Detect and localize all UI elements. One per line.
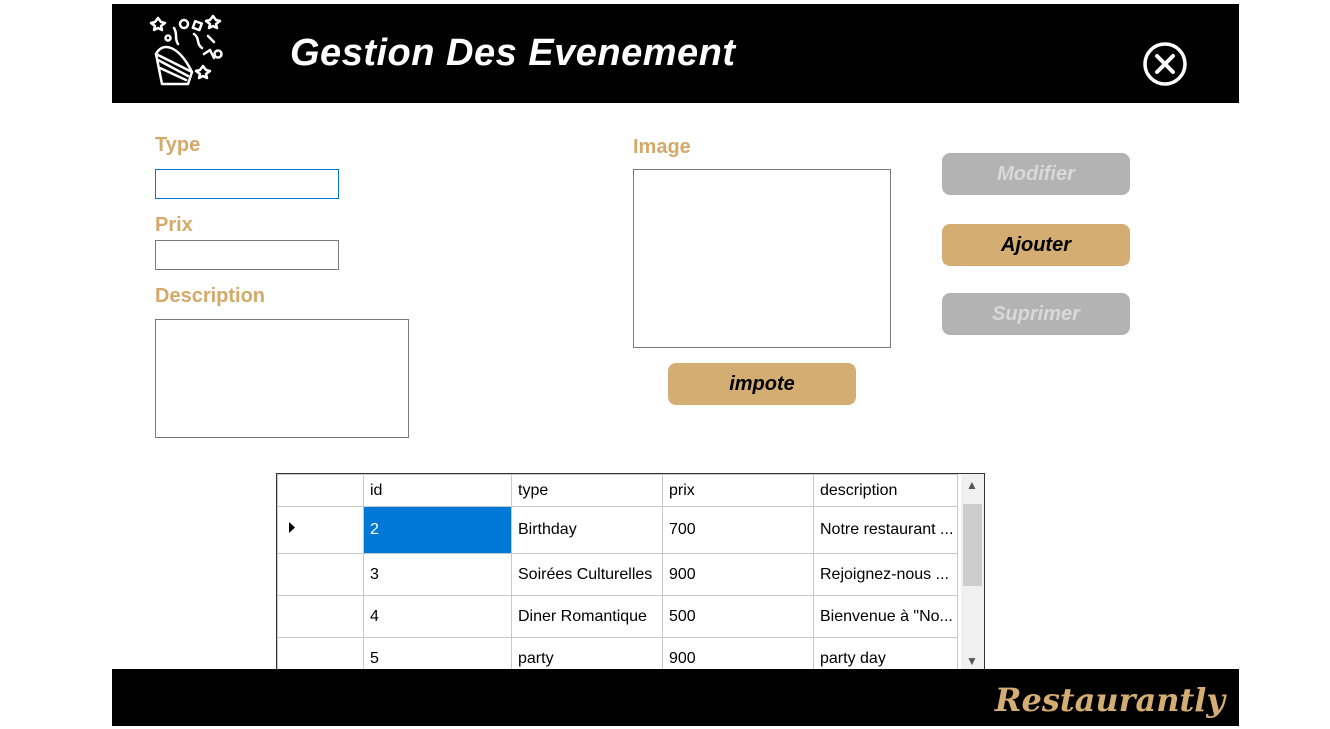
row-header-corner [277, 474, 364, 507]
column-header-id[interactable]: id [363, 474, 512, 507]
cell-id[interactable]: 3 [363, 553, 512, 596]
type-input[interactable] [155, 169, 339, 199]
cell-id[interactable]: 2 [363, 506, 512, 554]
table-row[interactable]: 5 party 900 party day [277, 637, 958, 672]
image-label: Image [633, 136, 691, 158]
close-icon[interactable] [1141, 40, 1189, 88]
modifier-button[interactable]: Modifier [942, 153, 1130, 195]
events-data-grid[interactable]: id type prix description 2 Birthday 700 … [276, 473, 985, 673]
row-selector[interactable] [277, 637, 364, 672]
event-management-window: Gestion Des Evenement Type Prix Descript… [112, 4, 1239, 726]
page-title: Gestion Des Evenement [290, 32, 736, 74]
prix-label: Prix [155, 214, 193, 236]
events-table: id type prix description 2 Birthday 700 … [277, 474, 958, 672]
ajouter-button[interactable]: Ajouter [942, 224, 1130, 266]
description-label: Description [155, 285, 266, 307]
column-header-prix[interactable]: prix [662, 474, 814, 507]
column-header-type[interactable]: type [511, 474, 663, 507]
scroll-up-icon[interactable]: ▲ [966, 478, 978, 492]
table-header-row: id type prix description [277, 474, 958, 507]
row-selector[interactable] [277, 506, 364, 554]
vertical-scrollbar[interactable]: ▲ ▼ [961, 474, 984, 672]
header-bar: Gestion Des Evenement [112, 4, 1239, 103]
prix-input[interactable] [155, 240, 339, 270]
current-row-arrow-icon [289, 522, 295, 533]
cell-description[interactable]: Rejoignez-nous ... [813, 553, 958, 596]
cell-prix[interactable]: 900 [662, 553, 814, 596]
scroll-down-icon[interactable]: ▼ [966, 654, 978, 668]
cell-id[interactable]: 5 [363, 637, 512, 672]
cell-prix[interactable]: 700 [662, 506, 814, 554]
table-row[interactable]: 3 Soirées Culturelles 900 Rejoignez-nous… [277, 553, 958, 596]
description-textarea[interactable] [155, 319, 409, 438]
cell-description[interactable]: party day [813, 637, 958, 672]
import-image-button[interactable]: impote [668, 363, 856, 405]
cell-description[interactable]: Bienvenue à "No... [813, 595, 958, 638]
scrollbar-thumb[interactable] [963, 504, 982, 586]
footer-bar: Restaurantly [112, 669, 1239, 726]
cell-description[interactable]: Notre restaurant ... [813, 506, 958, 554]
row-selector[interactable] [277, 553, 364, 596]
table-row[interactable]: 4 Diner Romantique 500 Bienvenue à "No..… [277, 595, 958, 638]
column-header-description[interactable]: description [813, 474, 958, 507]
cell-id[interactable]: 4 [363, 595, 512, 638]
row-selector[interactable] [277, 595, 364, 638]
cell-type[interactable]: party [511, 637, 663, 672]
brand-logo: Restaurantly [994, 681, 1225, 719]
cell-prix[interactable]: 900 [662, 637, 814, 672]
cell-type[interactable]: Birthday [511, 506, 663, 554]
party-popper-icon [149, 14, 223, 86]
cell-prix[interactable]: 500 [662, 595, 814, 638]
image-preview-box [633, 169, 891, 348]
type-label: Type [155, 134, 201, 156]
cell-type[interactable]: Diner Romantique [511, 595, 663, 638]
suprimer-button[interactable]: Suprimer [942, 293, 1130, 335]
cell-type[interactable]: Soirées Culturelles [511, 553, 663, 596]
table-row[interactable]: 2 Birthday 700 Notre restaurant ... [277, 506, 958, 554]
